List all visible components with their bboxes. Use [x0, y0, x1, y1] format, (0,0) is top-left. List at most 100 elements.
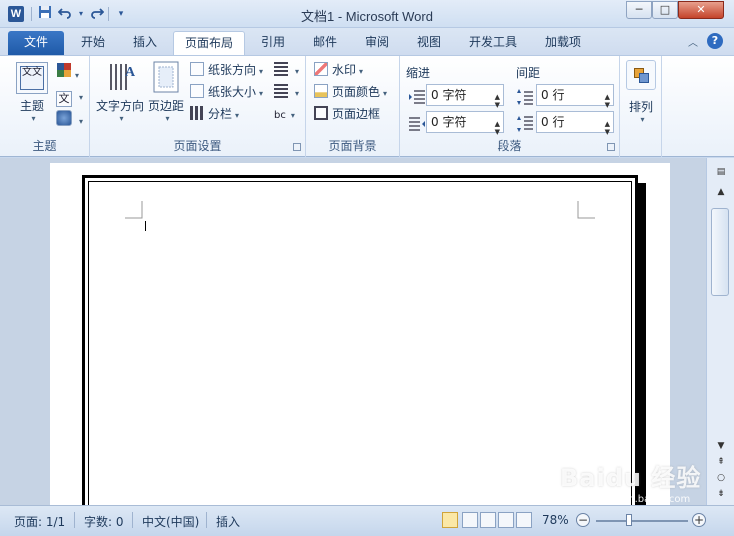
zoom-in-icon[interactable]: +: [692, 513, 706, 527]
themes-button[interactable]: 文文 主题 ▾: [10, 62, 54, 123]
indent-right-icon: [409, 117, 425, 131]
indent-right-stepper[interactable]: 0 字符 ▲ ▼: [426, 111, 504, 136]
status-insert-mode[interactable]: 插入: [216, 513, 240, 530]
paragraph-launcher-icon[interactable]: [607, 143, 615, 151]
vertical-scrollbar[interactable]: ▤ ▲ ▼ ⇞ ○ ⇟: [706, 158, 734, 505]
help-icon[interactable]: ?: [707, 33, 723, 49]
tab-references[interactable]: 引用: [252, 31, 294, 55]
margins-button[interactable]: 页边距 ▾: [146, 60, 186, 123]
web-layout-view-icon[interactable]: [480, 512, 496, 528]
scroll-down-icon[interactable]: ▼: [712, 438, 730, 454]
ribbon-tabs: 文件 开始 插入 页面布局 引用 邮件 审阅 视图 开发工具 加载项 ︿ ?: [0, 28, 734, 56]
spacing-before-stepper[interactable]: 0 行 ▲ ▼: [536, 84, 614, 109]
zoom-out-icon[interactable]: −: [576, 513, 590, 527]
hyphenation-icon: bc: [274, 110, 286, 121]
tab-mailings[interactable]: 邮件: [304, 31, 346, 55]
theme-fonts-icon: 文: [56, 91, 72, 107]
zoom-level[interactable]: 78%: [542, 513, 569, 527]
draft-view-icon[interactable]: [516, 512, 532, 528]
indent-left-value: 0 字符: [431, 88, 467, 102]
indent-left-stepper[interactable]: 0 字符 ▲ ▼: [426, 84, 504, 109]
text-direction-button[interactable]: A 文字方向 ▾: [94, 60, 146, 123]
full-screen-reading-view-icon[interactable]: [462, 512, 478, 528]
tab-developer[interactable]: 开发工具: [460, 31, 526, 55]
minimize-ribbon-icon[interactable]: ︿: [688, 34, 698, 49]
group-label-paragraph: 段落: [497, 139, 522, 153]
ruler-toggle-icon[interactable]: ▤: [712, 164, 730, 180]
line-numbers-button[interactable]: ▾: [274, 82, 299, 102]
scroll-up-icon[interactable]: ▲: [712, 184, 730, 200]
theme-effects-icon: [56, 110, 72, 126]
watermark-icon: [314, 62, 328, 76]
browse-object-icon[interactable]: ○: [712, 470, 730, 486]
columns-button[interactable]: 分栏 ▾: [190, 104, 239, 124]
page-setup-launcher-icon[interactable]: [293, 143, 301, 151]
status-language[interactable]: 中文(中国): [142, 513, 199, 530]
group-label-page-background: 页面背景: [328, 139, 377, 153]
tab-home[interactable]: 开始: [72, 31, 114, 55]
paper-size-icon: [190, 84, 204, 98]
arrange-button[interactable]: 排列 ▾: [623, 60, 659, 124]
tab-review[interactable]: 审阅: [356, 31, 398, 55]
theme-fonts-button[interactable]: 文 ▾: [56, 86, 83, 107]
orientation-icon: [190, 62, 204, 76]
status-page[interactable]: 页面: 1/1: [14, 513, 65, 530]
crop-mark-top-right: [577, 201, 595, 219]
status-bar: 页面: 1/1 字数: 0 中文(中国) 插入 78% − +: [0, 505, 734, 536]
spacing-after-value: 0 行: [541, 115, 565, 129]
zoom-slider[interactable]: [596, 520, 688, 522]
status-word-count[interactable]: 字数: 0: [84, 513, 124, 530]
themes-icon: 文文: [16, 62, 48, 94]
baidu-watermark-logo: Baidu 经验: [560, 464, 702, 492]
group-label-themes: 主题: [32, 139, 57, 153]
zoom-slider-thumb[interactable]: [626, 514, 632, 526]
chevron-down-icon: ▾: [31, 114, 36, 123]
page-border-inner: [88, 181, 632, 505]
breaks-button[interactable]: ▾: [274, 60, 299, 80]
minimize-button[interactable]: ─: [626, 1, 652, 19]
page-borders-icon: [314, 106, 328, 120]
size-button[interactable]: 纸张大小 ▾: [190, 82, 263, 102]
spacing-before-icon: [517, 89, 533, 105]
orientation-button[interactable]: 纸张方向 ▾: [190, 60, 263, 80]
page-color-button[interactable]: 页面颜色 ▾: [314, 82, 387, 102]
group-arrange: 排列 ▾: [620, 56, 662, 157]
tab-insert[interactable]: 插入: [124, 31, 166, 55]
group-page-setup: A 文字方向 ▾ 页边距 ▾ 纸张方向 ▾ 纸张大小 ▾ 分栏 ▾ ▾ ▾ bc ▾ 页…: [90, 56, 306, 157]
watermark-button[interactable]: 水印 ▾: [314, 60, 363, 80]
text-direction-icon: A: [110, 64, 136, 90]
indent-left-icon: [409, 90, 425, 104]
theme-effects-button[interactable]: ▾: [56, 110, 83, 130]
spacing-after-stepper[interactable]: 0 行 ▲ ▼: [536, 111, 614, 136]
group-paragraph: 缩进 间距 0 字符 ▲ ▼ 0 字符 ▲ ▼ 0 行 ▲ ▼ 0 行 ▲ ▼ 段落: [400, 56, 620, 157]
baidu-watermark-url: jingyan.baidu.com: [598, 494, 691, 505]
status-separator: [132, 512, 133, 528]
page-borders-button[interactable]: 页面边框: [314, 104, 380, 124]
outline-view-icon[interactable]: [498, 512, 514, 528]
scroll-thumb[interactable]: [711, 208, 729, 296]
theme-colors-button[interactable]: ▾: [56, 62, 79, 82]
document-page[interactable]: [50, 163, 670, 505]
margins-label: 页边距: [147, 99, 184, 113]
tab-page-layout[interactable]: 页面布局: [173, 31, 245, 56]
ribbon: 文文 主题 ▾ ▾ 文▾ ▾ 主题 A 文字方向 ▾ 页边距 ▾ 纸张方向▾: [0, 55, 734, 157]
next-page-icon[interactable]: ⇟: [712, 486, 730, 502]
tab-view[interactable]: 视图: [408, 31, 450, 55]
document-area[interactable]: [0, 158, 706, 505]
tab-file[interactable]: 文件: [8, 31, 64, 55]
group-themes: 文文 主题 ▾ ▾ 文 ▾ ▾ 主题: [0, 56, 90, 157]
previous-page-icon[interactable]: ⇞: [712, 454, 730, 470]
arrange-icon: [626, 60, 656, 90]
hyphenation-button[interactable]: bc ▾: [274, 104, 295, 124]
close-button[interactable]: ✕: [678, 1, 724, 19]
spacing-label: 间距: [516, 66, 541, 80]
page-color-icon: [314, 84, 328, 98]
maximize-button[interactable]: □: [652, 1, 678, 19]
breaks-icon: [274, 62, 288, 76]
crop-mark-top-left: [125, 201, 143, 219]
status-separator: [74, 512, 75, 528]
tab-addins[interactable]: 加载项: [536, 31, 590, 55]
line-numbers-icon: [274, 84, 288, 98]
print-layout-view-icon[interactable]: [442, 512, 458, 528]
status-separator: [206, 512, 207, 528]
